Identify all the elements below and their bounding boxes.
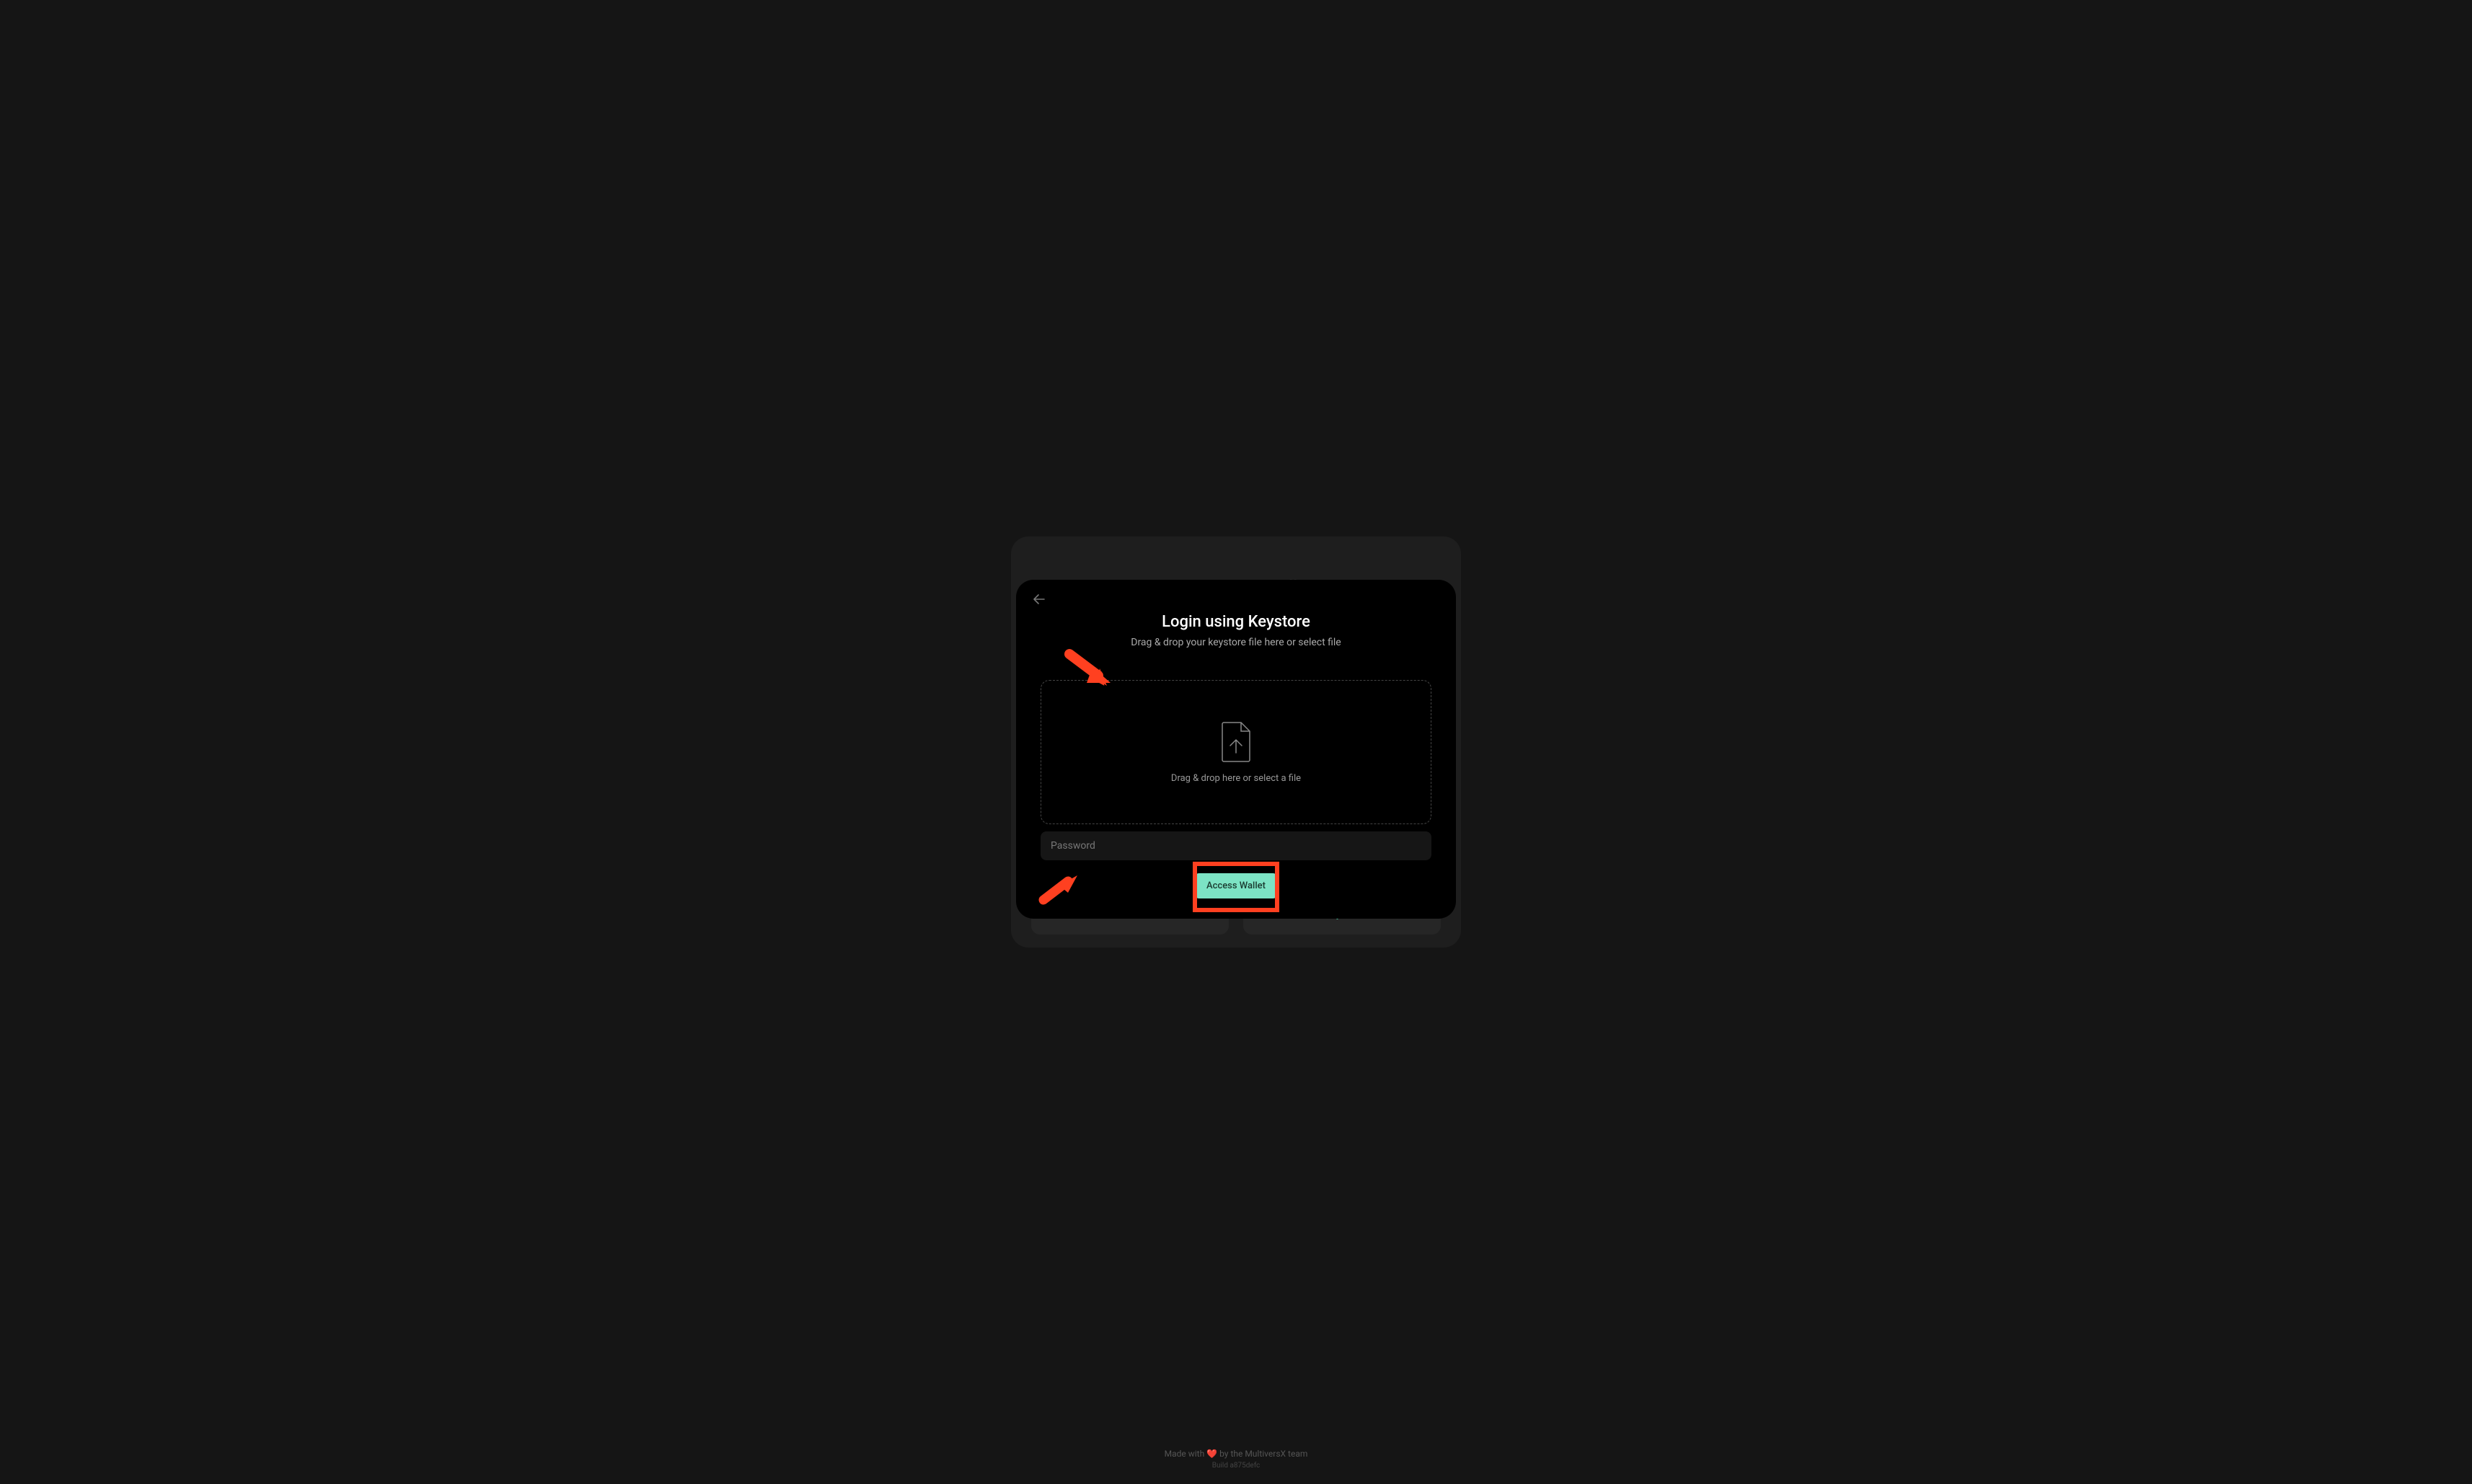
password-input[interactable] xyxy=(1041,831,1431,860)
modal-title: Login using Keystore xyxy=(1041,613,1431,631)
back-arrow-icon[interactable] xyxy=(1033,594,1045,607)
file-upload-icon xyxy=(1221,721,1251,763)
keystore-dropzone[interactable]: Drag & drop here or select a file xyxy=(1041,680,1431,824)
modal-subtitle: Drag & drop your keystore file here or s… xyxy=(1041,637,1431,648)
keystore-login-modal: Login using Keystore Drag & drop your ke… xyxy=(1016,580,1456,919)
annotation-arrow-icon xyxy=(1038,873,1081,908)
dropzone-text: Drag & drop here or select a file xyxy=(1171,773,1301,784)
footer-suffix: by the MultiversX team xyxy=(1217,1449,1307,1459)
annotation-arrow-icon xyxy=(1064,648,1114,691)
annotation-highlight-box xyxy=(1193,862,1279,912)
footer-build: Build a875defc xyxy=(0,1462,2472,1470)
access-button-wrapper: Access Wallet xyxy=(1041,873,1431,898)
heart-icon: ❤️ xyxy=(1206,1449,1217,1459)
page-footer: Made with ❤️ by the MultiversX team Buil… xyxy=(0,1449,2472,1470)
footer-prefix: Made with xyxy=(1165,1449,1207,1459)
